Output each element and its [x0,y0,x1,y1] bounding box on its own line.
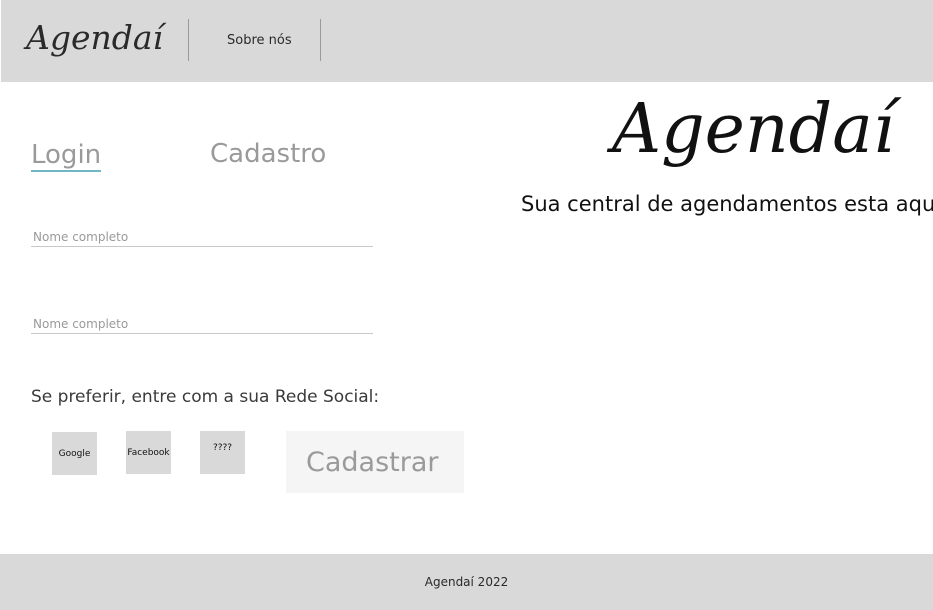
top-header: Agendaí Sobre nós [1,0,933,82]
facebook-login-button[interactable]: Facebook [126,431,171,474]
other-social-label: ???? [212,443,233,453]
nav-link-sobre-nos[interactable]: Sobre nós [227,33,292,48]
hero-tagline: Sua central de agendamentos esta aqui [521,192,933,216]
tab-cadastro[interactable]: Cadastro [210,139,326,169]
header-divider-left [188,19,189,61]
header-divider-right [320,19,321,61]
tab-login[interactable]: Login [31,140,102,172]
full-name-field[interactable] [31,228,373,247]
google-label: Google [58,448,91,459]
facebook-label: Facebook [127,447,170,458]
footer: Agendaí 2022 [0,554,933,610]
hero-logo: Agendaí [612,90,895,169]
social-login-prompt: Se preferir, entre com a sua Rede Social… [31,387,380,407]
second-name-field[interactable] [31,315,373,334]
cadastrar-button[interactable]: Cadastrar [286,431,464,493]
google-login-button[interactable]: Google [52,432,97,475]
other-social-login-button[interactable]: ???? [200,431,245,474]
footer-text: Agendaí 2022 [424,575,509,589]
header-logo[interactable]: Agendaí [26,18,163,57]
